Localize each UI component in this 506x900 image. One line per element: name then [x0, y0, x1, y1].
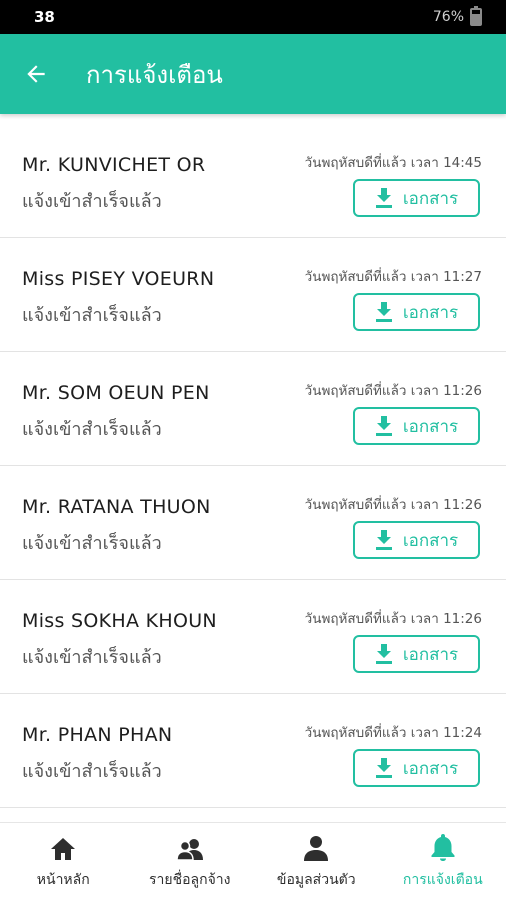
battery-icon	[470, 6, 482, 26]
list-item: Mr. PHAN PHAN แจ้งเข้าสำเร็จแล้ว วันพฤหั…	[0, 694, 506, 808]
document-button[interactable]: เอกสาร	[353, 179, 480, 217]
document-button[interactable]: เอกสาร	[353, 407, 480, 445]
arrow-left-icon	[27, 65, 45, 83]
nav-label-profile: ข้อมูลส่วนตัว	[276, 871, 356, 888]
notification-status: แจ้งเข้าสำเร็จแล้ว	[22, 761, 162, 782]
document-button[interactable]: เอกสาร	[353, 293, 480, 331]
nav-label-notifications: การแจ้งเตือน	[402, 871, 483, 888]
status-time: 38	[34, 8, 55, 26]
nav-item-profile[interactable]: ข้อมูลส่วนตัว	[253, 823, 380, 900]
document-button-label: เอกสาร	[402, 302, 459, 323]
nav-item-employees[interactable]: รายชื่อลูกจ้าง	[127, 823, 254, 900]
document-button-label: เอกสาร	[402, 644, 459, 665]
notification-time: วันพฤหัสบดีที่แล้ว เวลา 11:26	[304, 497, 482, 513]
document-button-label: เอกสาร	[402, 758, 459, 779]
document-button[interactable]: เอกสาร	[353, 749, 480, 787]
bell-icon	[431, 833, 455, 861]
notification-status: แจ้งเข้าสำเร็จแล้ว	[22, 305, 162, 326]
notification-status: แจ้งเข้าสำเร็จแล้ว	[22, 191, 162, 212]
app-bar: การแจ้งเตือน	[0, 34, 506, 114]
notification-status: แจ้งเข้าสำเร็จแล้ว	[22, 533, 162, 554]
notification-time: วันพฤหัสบดีที่แล้ว เวลา 11:26	[304, 611, 482, 627]
download-icon	[375, 758, 392, 778]
person-icon	[304, 833, 329, 861]
list-item: Miss PISEY VOEURN แจ้งเข้าสำเร็จแล้ว วัน…	[0, 238, 506, 352]
status-indicators: 76%	[432, 6, 482, 26]
document-button[interactable]: เอกสาร	[353, 635, 480, 673]
status-bar: 38 76%	[0, 0, 506, 34]
employees-icon	[175, 833, 205, 861]
notification-time: วันพฤหัสบดีที่แล้ว เวลา 11:27	[304, 269, 482, 285]
back-button[interactable]	[0, 34, 72, 114]
notification-status: แจ้งเข้าสำเร็จแล้ว	[22, 419, 162, 440]
page-title: การแจ้งเตือน	[86, 60, 223, 89]
list-item: Miss SOKHA KHOUN แจ้งเข้าสำเร็จแล้ว วันพ…	[0, 580, 506, 694]
employee-name: Mr. RATANA THUON	[22, 496, 211, 518]
download-icon	[375, 302, 392, 322]
download-icon	[375, 416, 392, 436]
download-icon	[375, 530, 392, 550]
employee-name: Mr. SOM OEUN PEN	[22, 382, 210, 404]
list-item: Mr. RATANA THUON แจ้งเข้าสำเร็จแล้ว วันพ…	[0, 466, 506, 580]
bottom-nav: หน้าหลัก รายชื่อลูกจ้าง ข้อมูลส่วนตัว กา…	[0, 822, 506, 900]
nav-item-notifications[interactable]: การแจ้งเตือน	[380, 823, 506, 900]
download-icon	[375, 644, 392, 664]
list-item: Mr. KUNVICHET OR แจ้งเข้าสำเร็จแล้ว วันพ…	[0, 124, 506, 238]
nav-label-home: หน้าหลัก	[36, 871, 90, 888]
nav-item-home[interactable]: หน้าหลัก	[0, 823, 127, 900]
employee-name: Mr. KUNVICHET OR	[22, 154, 206, 176]
document-button-label: เอกสาร	[402, 530, 459, 551]
nav-label-employees: รายชื่อลูกจ้าง	[149, 871, 231, 888]
home-icon	[50, 833, 76, 861]
notification-time: วันพฤหัสบดีที่แล้ว เวลา 11:24	[304, 725, 482, 741]
document-button[interactable]: เอกสาร	[353, 521, 480, 559]
employee-name: Mr. PHAN PHAN	[22, 724, 173, 746]
employee-name: Miss PISEY VOEURN	[22, 268, 215, 290]
document-button-label: เอกสาร	[402, 188, 459, 209]
notification-list: Mr. KUNVICHET OR แจ้งเข้าสำเร็จแล้ว วันพ…	[0, 124, 506, 808]
document-button-label: เอกสาร	[402, 416, 459, 437]
notification-status: แจ้งเข้าสำเร็จแล้ว	[22, 647, 162, 668]
list-item: Mr. SOM OEUN PEN แจ้งเข้าสำเร็จแล้ว วันพ…	[0, 352, 506, 466]
notification-time: วันพฤหัสบดีที่แล้ว เวลา 11:26	[304, 383, 482, 399]
notification-time: วันพฤหัสบดีที่แล้ว เวลา 14:45	[304, 155, 482, 171]
employee-name: Miss SOKHA KHOUN	[22, 610, 217, 632]
battery-level: 76%	[432, 9, 464, 25]
download-icon	[375, 188, 392, 208]
